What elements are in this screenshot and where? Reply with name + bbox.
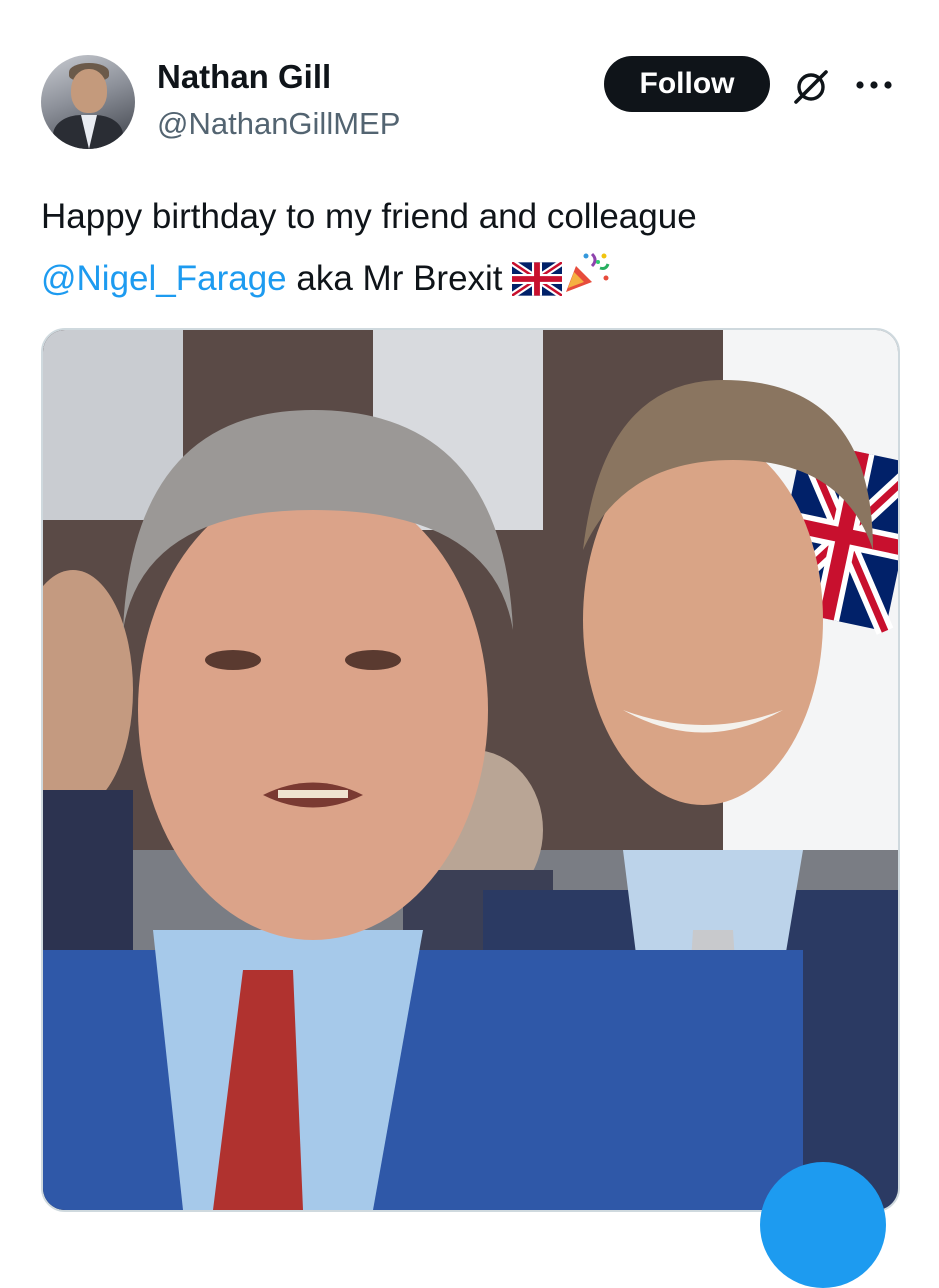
tweet-photo[interactable] (41, 328, 900, 1212)
avatar[interactable] (41, 55, 135, 149)
party-popper-icon (566, 252, 610, 292)
compose-button[interactable] (760, 1162, 886, 1288)
uk-flag-icon (512, 262, 563, 296)
grok-icon[interactable] (791, 66, 831, 106)
more-dots-icon[interactable] (853, 70, 895, 100)
author-display-name[interactable]: Nathan Gill (157, 58, 331, 96)
tweet-text-line1: Happy birthday to my friend and colleagu… (41, 197, 697, 236)
mention-link[interactable]: @Nigel_Farage (41, 259, 287, 298)
author-handle[interactable]: @NathanGillMEP (157, 106, 400, 142)
follow-button[interactable]: Follow (604, 56, 770, 112)
tweet-text: Happy birthday to my friend and colleagu… (41, 188, 901, 308)
tweet-text-line2: aka Mr Brexit (286, 259, 513, 298)
